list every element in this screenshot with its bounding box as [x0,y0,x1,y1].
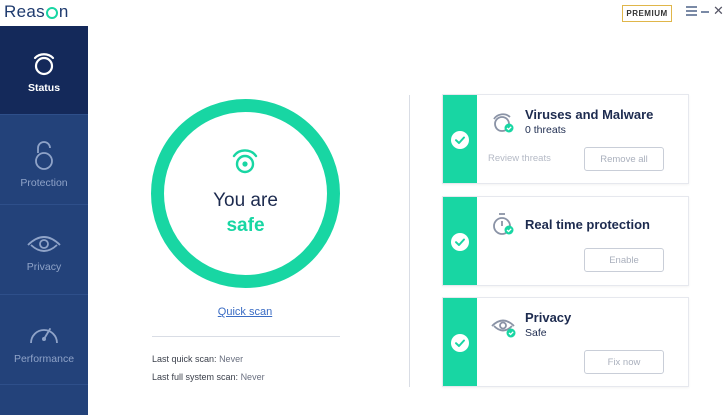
title-bar: Reas n PREMIUM ✕ [0,0,728,26]
eye-icon [27,236,61,252]
logo-text-end: n [58,2,69,21]
sidebar-item-performance[interactable]: Performance [0,295,88,385]
card-title: Privacy [525,310,572,325]
premium-button[interactable]: PREMIUM [622,5,672,22]
eye-icon [491,319,516,338]
remove-all-button[interactable]: Remove all [584,147,664,171]
close-icon[interactable]: ✕ [713,4,724,18]
card-viruses-malware: Viruses and Malware 0 threats Review thr… [442,94,689,184]
card-subtitle: 0 threats [525,124,566,136]
quick-scan-link[interactable]: Quick scan [205,306,285,318]
status-headline: You are [213,190,278,211]
card-privacy: Privacy Safe Fix now [442,297,689,387]
safe-status-icon [232,149,258,174]
app-logo: Reas n [4,2,69,22]
divider [152,336,340,337]
check-icon [451,334,469,352]
lock-icon [35,141,53,170]
minimize-icon[interactable] [701,11,709,13]
sidebar-item-status[interactable]: Status [0,26,88,115]
card-subtitle: Safe [525,327,547,339]
sidebar-item-protection[interactable]: Protection [0,115,88,205]
enable-button[interactable]: Enable [584,248,664,272]
status-value: safe [226,215,265,236]
vertical-divider [409,95,410,387]
review-threats-link[interactable]: Review threats [488,153,551,164]
sidebar-item-privacy[interactable]: Privacy [0,205,88,295]
fix-now-button[interactable]: Fix now [584,350,664,374]
virus-shield-icon [493,113,514,133]
gauge-icon [30,328,58,344]
card-title: Viruses and Malware [525,107,654,122]
sidebar-item-label: Protection [20,177,68,189]
last-full-scan-info: Last full system scan: Never [152,372,265,382]
sidebar: Status Protection Privacy Performance [0,26,88,415]
last-quick-scan-info: Last quick scan: Never [152,354,244,364]
card-status-stripe [443,298,477,386]
logo-o-mark [45,7,58,19]
menu-icon[interactable] [686,6,697,16]
card-status-stripe [443,95,477,183]
card-status-stripe [443,197,477,285]
status-icon [33,53,55,76]
card-real-time-protection: Real time protection Enable [442,196,689,286]
check-icon [451,233,469,251]
card-title: Real time protection [525,217,650,232]
check-icon [451,131,469,149]
sidebar-item-label: Performance [13,353,75,365]
sidebar-item-label: Status [27,82,61,94]
logo-text-start: Reas [4,2,45,21]
sidebar-item-label: Privacy [26,261,62,273]
stopwatch-icon [493,213,514,235]
